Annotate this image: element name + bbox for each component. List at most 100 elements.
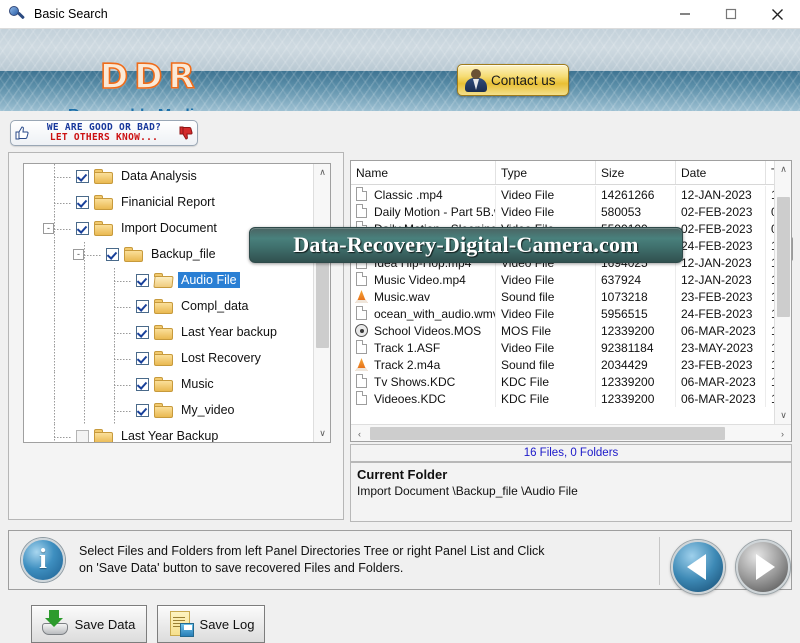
- list-scroll-left-arrow[interactable]: ‹: [351, 425, 368, 442]
- list-scroll-down-arrow[interactable]: ∨: [775, 407, 792, 424]
- maximize-button[interactable]: [708, 0, 754, 29]
- cell-date: 06-MAR-2023: [676, 373, 766, 390]
- hint-divider: [659, 537, 660, 585]
- tree-node-label[interactable]: Last Year Backup: [118, 428, 221, 443]
- cell-size: 580053: [596, 203, 676, 220]
- column-header-size[interactable]: Size: [596, 161, 676, 184]
- cell-name: Tv Shows.KDC: [351, 373, 496, 390]
- tree-scroll-up-arrow[interactable]: ∧: [314, 164, 331, 181]
- cell-name: School Videos.MOS: [351, 322, 496, 339]
- current-folder-box: Current Folder Import Document \Backup_f…: [350, 462, 792, 522]
- tree-node-checkbox[interactable]: [136, 404, 149, 417]
- tree-node[interactable]: Last Year backup: [24, 320, 315, 346]
- column-header-date[interactable]: Date: [676, 161, 766, 184]
- website-banner-text: Data-Recovery-Digital-Camera.com: [293, 232, 638, 258]
- tree-node[interactable]: My_video: [24, 398, 315, 424]
- contact-us-button[interactable]: Contact us: [457, 64, 569, 96]
- tree-guide-line: [54, 268, 55, 294]
- tree-node[interactable]: Audio File: [24, 268, 315, 294]
- document-icon: [355, 374, 368, 389]
- rate-us-badge[interactable]: WE ARE GOOD OR BAD? LET OTHERS KNOW...: [10, 120, 198, 146]
- tree-guide-line: [54, 229, 72, 230]
- table-row[interactable]: Videoes.KDCKDC File1233920006-MAR-202316…: [351, 390, 791, 407]
- document-icon: [355, 272, 368, 287]
- tree-node-checkbox[interactable]: [136, 352, 149, 365]
- cell-date: 23-FEB-2023: [676, 356, 766, 373]
- directory-tree[interactable]: Data Analysis Finanicial Report - Import Do…: [23, 163, 331, 443]
- previous-arrow-icon[interactable]: [671, 540, 725, 594]
- table-row[interactable]: Track 1.ASFVideo File9238118423-MAY-2023…: [351, 339, 791, 356]
- list-scroll-up-arrow[interactable]: ∧: [775, 161, 792, 178]
- file-name: Track 1.ASF: [374, 341, 440, 355]
- close-button[interactable]: [754, 0, 800, 29]
- folder-icon: [154, 299, 173, 314]
- next-arrow-icon[interactable]: [736, 540, 790, 594]
- list-scroll-right-arrow[interactable]: ›: [774, 425, 791, 442]
- cell-size: 1073218: [596, 288, 676, 305]
- table-row[interactable]: ocean_with_audio.wmvVideo File595651524-…: [351, 305, 791, 322]
- tree-expander-icon[interactable]: -: [73, 249, 84, 260]
- tree-node-label[interactable]: Lost Recovery: [178, 350, 264, 366]
- tree-node-label[interactable]: Data Analysis: [118, 168, 200, 184]
- cell-date: 12-JAN-2023: [676, 186, 766, 203]
- tree-node-checkbox[interactable]: [76, 430, 89, 443]
- cell-size: 14261266: [596, 186, 676, 203]
- cell-name: Track 1.ASF: [351, 339, 496, 356]
- tree-node-checkbox[interactable]: [76, 222, 89, 235]
- tree-node-checkbox[interactable]: [136, 300, 149, 313]
- list-hscroll-thumb[interactable]: [370, 427, 725, 440]
- column-header-type[interactable]: Type: [496, 161, 596, 184]
- tree-node-checkbox[interactable]: [136, 274, 149, 287]
- gear-disc-icon: [355, 323, 368, 338]
- tree-guide-line: [54, 320, 55, 346]
- tree-node-label[interactable]: Last Year backup: [178, 324, 280, 340]
- folder-icon: [124, 247, 143, 262]
- file-name: Videoes.KDC: [374, 392, 446, 406]
- save-data-label: Save Data: [70, 617, 146, 632]
- tree-node-label[interactable]: Import Document: [118, 220, 220, 236]
- list-scroll-thumb[interactable]: [777, 197, 790, 317]
- file-name: Classic .mp4: [374, 188, 443, 202]
- tree-node[interactable]: Compl_data: [24, 294, 315, 320]
- table-row[interactable]: Tv Shows.KDCKDC File1233920006-MAR-20231…: [351, 373, 791, 390]
- cell-type: MOS File: [496, 322, 596, 339]
- folder-icon: [154, 325, 173, 340]
- table-row[interactable]: Music Video.mp4Video File63792412-JAN-20…: [351, 271, 791, 288]
- tree-node[interactable]: Data Analysis: [24, 164, 315, 190]
- cell-date: 06-MAR-2023: [676, 390, 766, 407]
- tree-node[interactable]: Music: [24, 372, 315, 398]
- vlc-cone-icon: [355, 357, 368, 372]
- tree-vertical-scrollbar[interactable]: ∧ ∨: [313, 164, 330, 442]
- tree-expander-icon[interactable]: -: [43, 223, 54, 234]
- file-list[interactable]: NameTypeSizeDateTime Classic .mp4Video F…: [350, 160, 792, 442]
- save-log-button[interactable]: Save Log: [157, 605, 265, 643]
- tree-node-label[interactable]: Backup_file: [148, 246, 219, 262]
- tree-node-checkbox[interactable]: [136, 378, 149, 391]
- table-row[interactable]: School Videos.MOSMOS File1233920006-MAR-…: [351, 322, 791, 339]
- tree-node[interactable]: Lost Recovery: [24, 346, 315, 372]
- minimize-button[interactable]: [662, 0, 708, 29]
- save-data-button[interactable]: Save Data: [31, 605, 147, 643]
- list-horizontal-scrollbar[interactable]: ‹ ›: [351, 424, 791, 441]
- tree-node-label[interactable]: Compl_data: [178, 298, 251, 314]
- tree-node[interactable]: Finanicial Report: [24, 190, 315, 216]
- table-row[interactable]: Classic .mp4Video File1426126612-JAN-202…: [351, 186, 791, 203]
- table-row[interactable]: Track 2.m4aSound file203442923-FEB-20231…: [351, 356, 791, 373]
- tree-node[interactable]: Last Year Backup: [24, 424, 315, 443]
- tree-node-checkbox[interactable]: [76, 170, 89, 183]
- table-row[interactable]: Daily Motion - Part 5B.wmvVideo File5800…: [351, 203, 791, 220]
- tree-node-checkbox[interactable]: [106, 248, 119, 261]
- tree-node-label[interactable]: My_video: [178, 402, 238, 418]
- tree-node-checkbox[interactable]: [76, 196, 89, 209]
- list-vertical-scrollbar[interactable]: ∧ ∨: [774, 161, 791, 424]
- tree-node-checkbox[interactable]: [136, 326, 149, 339]
- table-row[interactable]: Music.wavSound file107321823-FEB-202315:…: [351, 288, 791, 305]
- tree-scroll-down-arrow[interactable]: ∨: [314, 425, 331, 442]
- tree-node-label[interactable]: Music: [178, 376, 217, 392]
- tree-guide-line: [54, 372, 55, 398]
- column-header-name[interactable]: Name: [351, 161, 496, 184]
- title-bar: Basic Search: [0, 0, 800, 29]
- tree-node-label[interactable]: Finanicial Report: [118, 194, 218, 210]
- tree-guide-line: [114, 333, 132, 334]
- tree-node-label[interactable]: Audio File: [178, 272, 240, 288]
